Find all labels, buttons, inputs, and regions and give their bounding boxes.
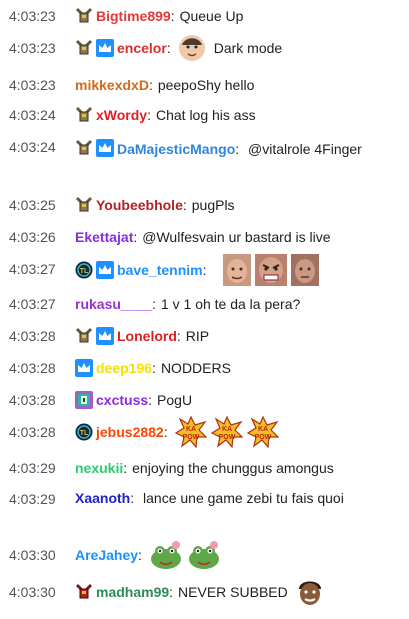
message-text: pugPls [191,197,235,213]
frog-emote-icon [187,540,221,570]
chat-message: 4:03:27 TL bave_tennim: [9,253,403,287]
crown-badge-icon[interactable] [96,261,114,279]
angry-face-emote-icon [255,254,288,286]
frog-emote-icon [149,540,183,570]
knight-badge-icon[interactable] [75,196,93,214]
timestamp: 4:03:28 [9,424,56,440]
username[interactable]: xWordy [96,106,147,124]
username[interactable]: Bigtime899 [96,7,171,25]
message-text: NEVER SUBBED [178,584,288,600]
timestamp: 4:03:29 [9,491,56,507]
timestamp: 4:03:28 [9,328,56,344]
timestamp: 4:03:25 [9,197,56,213]
chat-message: 4:03:27 rukasu____: 1 v 1 oh te da la pe… [9,295,301,313]
knight-badge-icon[interactable] [75,7,93,25]
crown-badge-icon[interactable] [96,327,114,345]
chat-message: 4:03:24 xWordy: Chat log his ass [9,106,256,124]
kapow-emote-icon: KA POW [174,416,207,448]
face-emote-icon [223,254,252,286]
username[interactable]: Xaanoth [75,490,130,506]
red-knight-badge-icon[interactable] [75,583,93,601]
chat-message: 4:03:28 deep196: NODDERS [9,359,231,377]
svg-text:KA: KA [258,426,268,433]
crown-badge-icon[interactable] [96,139,114,157]
chat-message: 4:03:26 Ekettajat: @Wulfesvain ur bastar… [9,228,331,246]
knight-badge-icon[interactable] [75,106,93,124]
chat-message: 4:03:23 Bigtime899: Queue Up [9,7,244,25]
timestamp: 4:03:27 [9,296,56,312]
message-text: 1 v 1 oh te da la pera? [160,296,301,312]
timestamp: 4:03:23 [9,77,56,93]
crown-badge-icon[interactable] [75,359,93,377]
chat-message: 4:03:29 nexukii: enjoying the chunggus a… [9,459,334,477]
chat-message: 4:03:28 cxctuss: PogU [9,391,193,409]
pixel-badge-icon[interactable] [75,391,93,409]
chat-message: 4:03:30 AreJahey: [9,540,403,570]
message-text: @Wulfesvain ur bastard is live [142,229,331,245]
svg-text:POW: POW [218,434,235,441]
svg-text:KA: KA [222,426,232,433]
svg-text:POW: POW [254,434,271,441]
username[interactable]: encelor [117,39,167,57]
timestamp: 4:03:29 [9,460,56,476]
username[interactable]: Ekettajat [75,228,133,246]
timestamp: 4:03:30 [9,547,56,563]
svg-text:TL: TL [80,430,89,437]
message-text: @vitalrole 4Finger [248,141,362,157]
knight-badge-icon[interactable] [75,139,93,157]
username[interactable]: jebus2882 [96,423,164,441]
username[interactable]: Lonelord [117,327,177,345]
username[interactable]: AreJahey [75,546,138,564]
username[interactable]: bave_tennim [117,261,203,279]
username[interactable]: cxctuss [96,391,148,409]
chat-log: 4:03:23 Bigtime899: Queue Up 4:03:23 enc… [0,0,409,619]
message-text: Queue Up [179,8,244,24]
timestamp: 4:03:23 [9,8,56,24]
league-badge-icon[interactable]: TL [75,261,93,279]
face-emote-icon [291,254,320,286]
chat-message: 4:03:23 encelor: Dark mode [9,33,403,63]
message-text: NODDERS [160,360,231,376]
face-emote-icon [178,34,206,62]
message-text: PogU [157,392,193,408]
timestamp: 4:03:28 [9,392,56,408]
chat-message: 4:03:28 Lonelord: RIP [9,327,210,345]
kapow-emote-icon: KA POW [210,416,243,448]
chat-message: 4:03:29 Xaanoth: lance une game zebi tu … [9,490,344,507]
knight-badge-icon[interactable] [75,327,93,345]
username[interactable]: mikkexdxD [75,76,149,94]
face-emote-icon [296,577,324,607]
message-text: Dark mode [213,40,283,56]
chat-message: 4:03:24 DaMajesticMango: @vitalrole 4Fin… [9,139,362,157]
chat-message: 4:03:30 madham99: NEVER SUBBED [9,576,403,608]
chat-message: 4:03:28 TL jebus2882: KA POW KA POW KA POW [9,416,403,448]
username[interactable]: madham99 [96,583,169,601]
username[interactable]: DaMajesticMango [117,141,235,157]
username[interactable]: deep196 [96,359,152,377]
timestamp: 4:03:28 [9,360,56,376]
timestamp: 4:03:30 [9,584,56,600]
username[interactable]: nexukii [75,459,123,477]
message-text: peepoShy hello [157,77,255,93]
kapow-emote-icon: KA POW [246,416,279,448]
knight-badge-icon[interactable] [75,39,93,57]
username[interactable]: rukasu____ [75,295,152,313]
message-text: lance une game zebi tu fais quoi [143,490,344,506]
timestamp: 4:03:24 [9,107,56,123]
timestamp: 4:03:26 [9,229,56,245]
svg-text:TL: TL [80,268,89,275]
chat-message: 4:03:23 mikkexdxD: peepoShy hello [9,76,255,94]
message-text: enjoying the chunggus amongus [132,460,334,476]
svg-text:KA: KA [186,426,196,433]
timestamp: 4:03:24 [9,139,56,155]
crown-badge-icon[interactable] [96,39,114,57]
message-text: Chat log his ass [155,107,256,123]
message-text: RIP [185,328,210,344]
timestamp: 4:03:27 [9,261,56,277]
timestamp: 4:03:23 [9,40,56,56]
svg-text:POW: POW [182,434,199,441]
league-badge-icon[interactable]: TL [75,423,93,441]
username[interactable]: Youbeebhole [96,196,183,214]
chat-message: 4:03:25 Youbeebhole: pugPls [9,196,235,214]
